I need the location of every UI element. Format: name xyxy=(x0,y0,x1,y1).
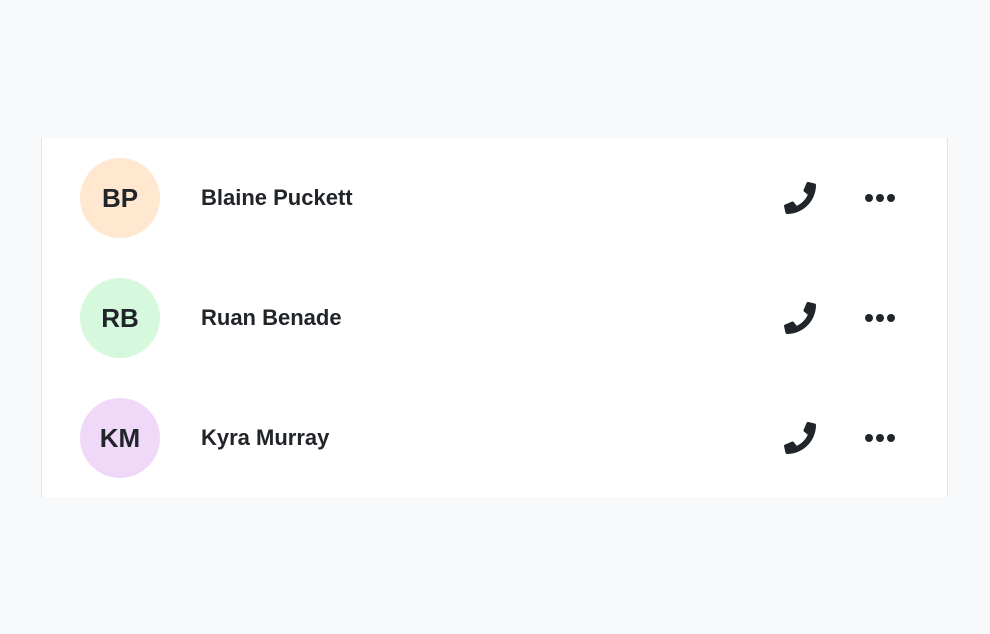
more-options-button[interactable] xyxy=(860,418,900,458)
call-button[interactable] xyxy=(780,418,820,458)
contact-row[interactable]: RB Ruan Benade xyxy=(42,258,947,378)
call-button[interactable] xyxy=(780,178,820,218)
contact-name: Kyra Murray xyxy=(201,425,330,450)
contact-name: Ruan Benade xyxy=(201,305,342,330)
call-button[interactable] xyxy=(780,298,820,338)
avatar: BP xyxy=(80,158,160,238)
contact-row[interactable]: KM Kyra Murray xyxy=(42,378,947,498)
ellipsis-icon xyxy=(865,194,895,202)
phone-icon xyxy=(784,182,816,214)
ellipsis-icon xyxy=(865,314,895,322)
phone-icon xyxy=(784,422,816,454)
more-options-button[interactable] xyxy=(860,178,900,218)
ellipsis-icon xyxy=(865,434,895,442)
more-options-button[interactable] xyxy=(860,298,900,338)
avatar: KM xyxy=(80,398,160,478)
phone-icon xyxy=(784,302,816,334)
avatar: RB xyxy=(80,278,160,358)
contact-row[interactable]: BP Blaine Puckett xyxy=(42,138,947,258)
contact-list: BP Blaine Puckett RB Ruan Benade KM Kyra… xyxy=(41,138,948,497)
contact-name: Blaine Puckett xyxy=(201,185,353,210)
